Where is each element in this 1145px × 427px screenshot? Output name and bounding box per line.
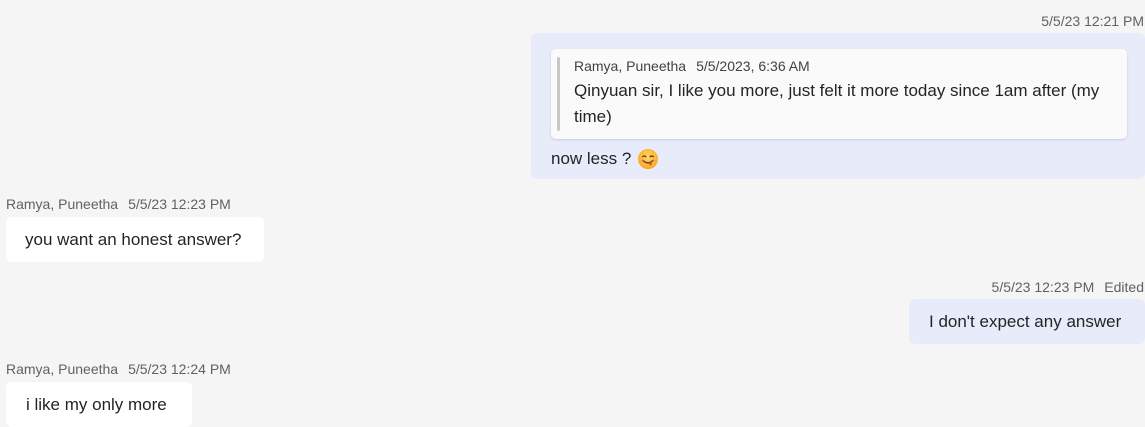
edited-label: Edited	[1104, 279, 1144, 295]
message-text-row: now less ?	[551, 147, 1127, 171]
quote-header: Ramya, Puneetha 5/5/2023, 6:36 AM	[574, 57, 1117, 75]
face-savoring-food-emoji-icon	[638, 148, 659, 170]
message-text: i like my only more	[26, 395, 167, 414]
message-header: Ramya, Puneetha 5/5/23 12:23 PM	[6, 196, 231, 212]
timestamp-text: 5/5/23 12:24 PM	[128, 361, 231, 377]
quoted-message[interactable]: Ramya, Puneetha 5/5/2023, 6:36 AM Qinyuan…	[551, 49, 1127, 139]
message-bubble-received[interactable]: i like my only more	[6, 382, 192, 427]
message-text: you want an honest answer?	[25, 230, 242, 249]
sender-name: Ramya, Puneetha	[6, 361, 119, 377]
message-bubble-received[interactable]: you want an honest answer?	[6, 217, 264, 262]
quote-text: Qinyuan sir, I like you more, just felt …	[574, 81, 1100, 126]
timestamp-text: 5/5/23 12:23 PM	[991, 279, 1095, 295]
message-text: now less ?	[551, 149, 632, 168]
message-timestamp: 5/5/23 12:23 PM Edited	[992, 279, 1144, 295]
timestamp-text: 5/5/23 12:21 PM	[1041, 13, 1144, 29]
message-bubble-sent[interactable]: I don't expect any answer	[909, 299, 1145, 344]
timestamp-text: 5/5/23 12:23 PM	[128, 196, 231, 212]
quote-bar	[557, 57, 560, 131]
sender-name: Ramya, Puneetha	[6, 196, 119, 212]
quote-sender: Ramya, Puneetha	[574, 58, 687, 74]
message-text: I don't expect any answer	[929, 312, 1122, 331]
message-header: Ramya, Puneetha 5/5/23 12:24 PM	[6, 361, 231, 377]
message-timestamp: 5/5/23 12:21 PM	[1041, 13, 1144, 29]
quote-time: 5/5/2023, 6:36 AM	[696, 58, 810, 74]
message-bubble-sent[interactable]: Ramya, Puneetha 5/5/2023, 6:36 AM Qinyuan…	[531, 33, 1145, 179]
